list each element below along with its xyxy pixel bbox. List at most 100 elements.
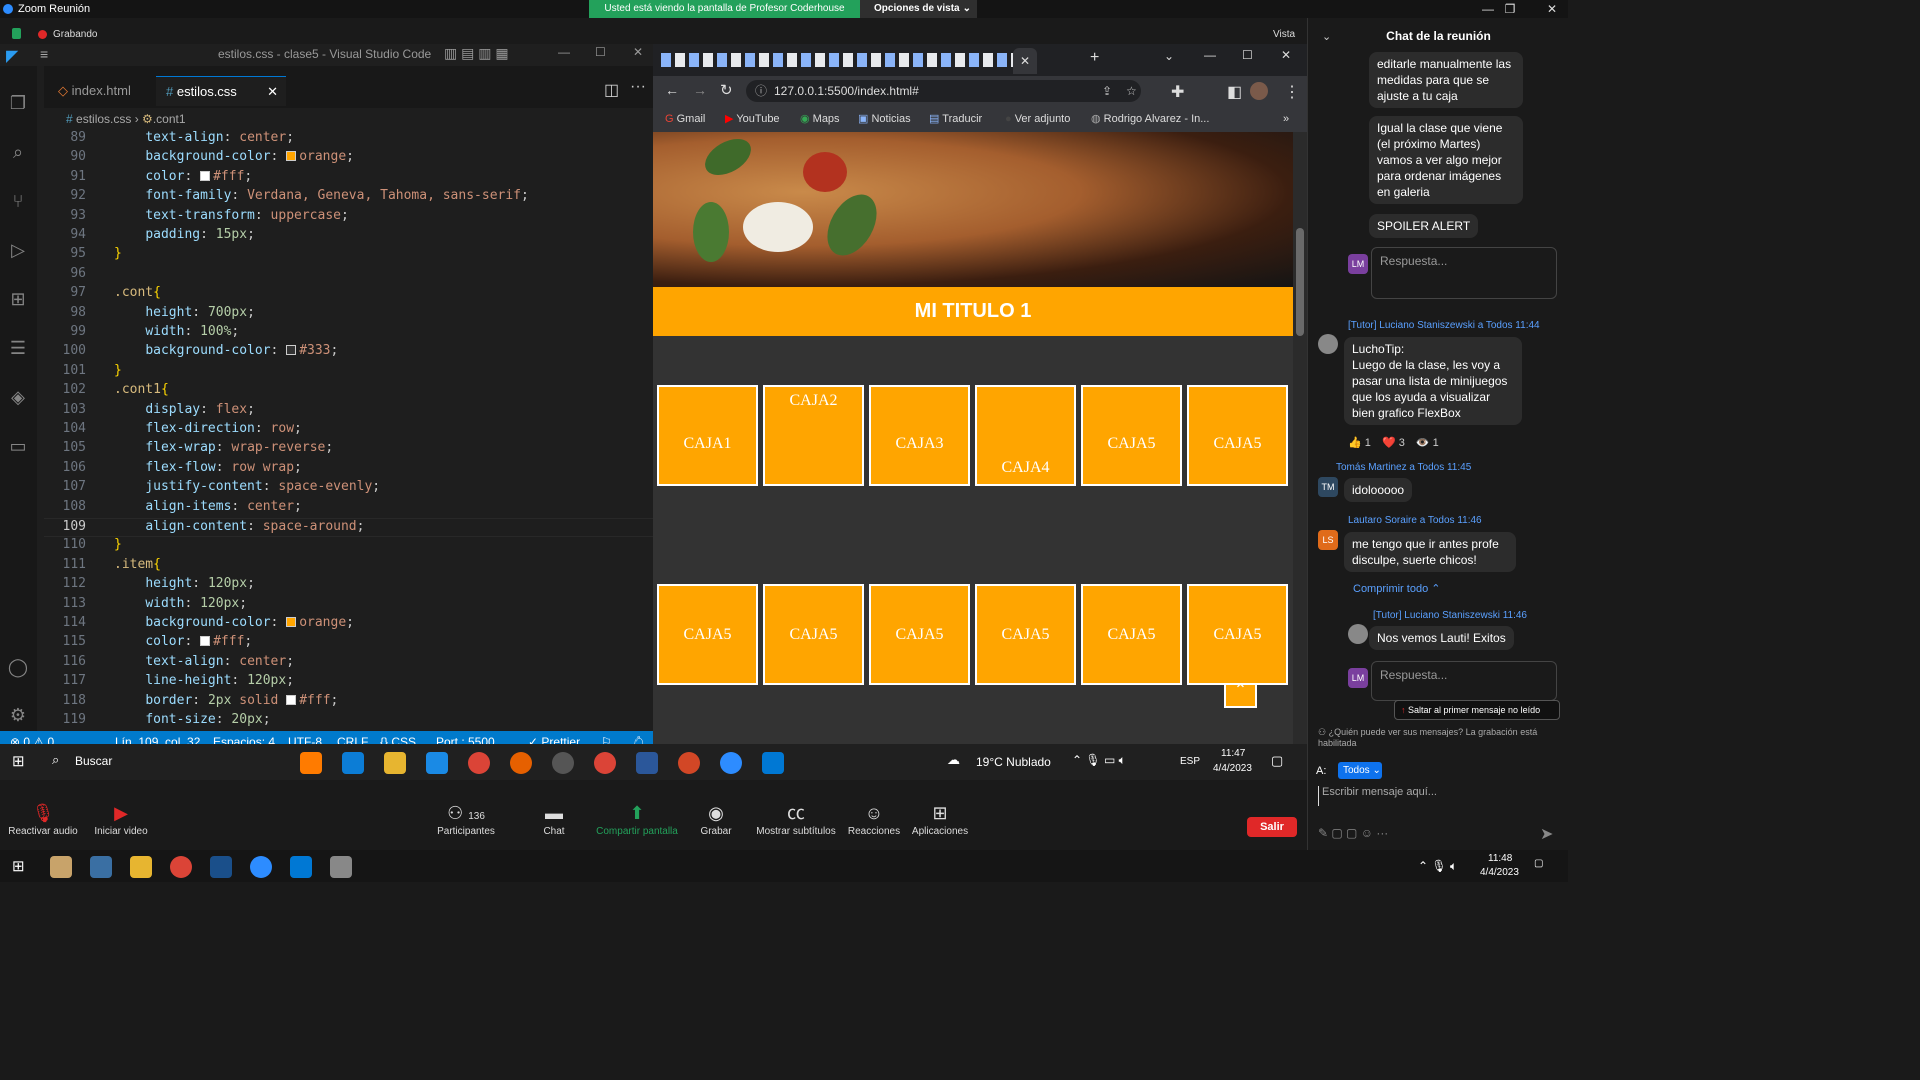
code-line[interactable]: 96 [44,266,653,285]
bookmark-ver-adjunto[interactable]: ● Ver adjunto [1005,106,1070,132]
gear-icon[interactable]: ⚙ [7,704,29,726]
layers-icon[interactable]: ◈ [7,386,29,408]
forward-icon[interactable]: → [693,82,707,98]
reload-icon[interactable]: ↻ [720,81,733,99]
bookmark-gmail[interactable]: G Gmail [665,106,705,132]
search-icon[interactable]: ⌕ [7,141,29,163]
code-editor[interactable]: 89 text-align: center; 90 background-colo… [44,130,653,734]
app-icon[interactable] [210,856,232,878]
scrollbar-thumb[interactable] [1296,228,1304,336]
calculator-icon[interactable] [90,856,112,878]
code-line[interactable]: 114 background-color: orange; [44,615,653,634]
reaction-heart[interactable]: ❤️ 3 [1382,437,1405,449]
code-line[interactable]: 101} [44,363,653,382]
jump-unread-button[interactable]: ↑ Saltar al primer mensaje no leído [1394,700,1560,720]
extensions-icon[interactable]: ✚ [1171,82,1184,102]
reply-input[interactable]: Respuesta... [1371,661,1557,701]
code-line[interactable]: 111 .item{ [44,557,653,576]
recipient-dropdown[interactable]: Todos ⌄ [1338,762,1382,779]
tab-estilos-css[interactable]: # estilos.css ✕ [156,76,286,106]
run-debug-icon[interactable]: ▷ [7,239,29,261]
app-icon[interactable] [330,856,352,878]
code-line[interactable]: 95} [44,246,653,265]
code-line[interactable]: 118 border: 2px solid #fff; [44,693,653,712]
account-icon[interactable]: ◯ [7,656,29,678]
code-line[interactable]: 100 background-color: #333; [44,343,653,362]
breadcrumb-file[interactable]: estilos.css [76,112,131,126]
code-line[interactable]: 90 background-color: orange; [44,149,653,168]
participants-button[interactable]: ⚇ 136 Participantes [434,800,498,837]
chat-actions[interactable]: ✎ ▢ ▢ ☺ ··· [1318,826,1388,840]
explorer-icon[interactable]: ❐ [7,92,29,114]
remote-icon[interactable]: ▭ [7,435,29,457]
scrollbar[interactable] [1293,132,1307,744]
leave-button[interactable]: Salir [1247,817,1297,837]
code-line[interactable]: 91 color: #fff; [44,169,653,188]
code-line[interactable]: 99 width: 100%; [44,324,653,343]
star-icon[interactable]: ☆ [1126,80,1137,102]
code-line[interactable]: 107 justify-content: space-evenly; [44,479,653,498]
chevron-down-icon[interactable]: ⌄ [1164,49,1174,63]
tray-icons[interactable]: ⌃ 🎙︎ 🔈︎ [1418,859,1457,874]
record-button[interactable]: ◉ Grabar [696,800,736,837]
code-line[interactable]: 92 font-family: Verdana, Geneva, Tahoma,… [44,188,653,207]
notification-icon[interactable]: ▢ [1534,858,1543,869]
code-line[interactable]: 117 line-height: 120px; [44,673,653,692]
collapse-thread-button[interactable]: Comprimir todo ⌃ [1353,582,1440,595]
unmute-audio-button[interactable]: 🎙︎ Reactivar audio [8,800,78,837]
close-icon[interactable]: ✕ [267,77,278,107]
more-icon[interactable]: ··· [630,78,646,96]
sidebar-icon[interactable]: ◧ [1227,82,1242,102]
code-line[interactable]: 115 color: #fff; [44,634,653,653]
code-line[interactable]: 106 flex-flow: row wrap; [44,460,653,479]
code-line[interactable]: 104 flex-direction: row; [44,421,653,440]
folder-icon[interactable] [130,856,152,878]
reaction-bar[interactable]: 👍 1 ❤️ 3 👁️ 1 [1348,436,1439,449]
code-line[interactable]: 94 padding: 15px; [44,227,653,246]
code-line[interactable]: 108 align-items: center; [44,499,653,518]
code-line[interactable]: 113 width: 120px; [44,596,653,615]
zoom-icon[interactable] [250,856,272,878]
address-bar[interactable]: ⓘ 127.0.0.1:5500/index.html# ⇪ ☆ [746,80,1141,102]
close-icon[interactable]: ✕ [1020,54,1030,68]
active-tab[interactable]: ✕ [1013,48,1037,74]
bookmark-traducir[interactable]: ▤ Traducir [929,106,982,132]
code-line[interactable]: 89 text-align: center; [44,130,653,149]
bookmark-maps[interactable]: ◉ Maps [800,106,840,132]
app-icon[interactable] [50,856,72,878]
code-line[interactable]: 110} [44,537,653,556]
chat-button[interactable]: ▬ Chat [534,800,574,837]
view-label[interactable]: Vista [1273,29,1295,40]
chevron-down-icon[interactable]: ⌄ [1322,30,1331,43]
pinned-tabs[interactable] [661,53,1031,67]
close-icon[interactable]: ✕ [633,45,643,59]
close-icon[interactable]: ✕ [1537,0,1567,18]
breadcrumb-symbol[interactable]: .cont1 [153,112,186,126]
back-icon[interactable]: ← [665,82,679,98]
share-icon[interactable]: ⇪ [1102,80,1112,102]
view-options-button[interactable]: Opciones de vista ⌄ [860,0,977,18]
apps-button[interactable]: ⊞ Aplicaciones [910,800,970,837]
reaction-eyes[interactable]: 👁️ 1 [1416,437,1439,449]
share-screen-button[interactable]: ⬆ Compartir pantalla [594,800,680,837]
code-line[interactable]: 105 flex-wrap: wrap-reverse; [44,440,653,459]
minimize-icon[interactable]: — [558,45,570,59]
source-control-icon[interactable]: ⑂ [7,190,29,212]
bookmark-youtube[interactable]: ▶ YouTube [725,106,780,132]
close-icon[interactable]: ✕ [1281,48,1291,62]
minimize-icon[interactable]: — [1204,48,1216,62]
message-input[interactable]: Escribir mensaje aquí... [1318,786,1558,806]
extensions-icon[interactable]: ⊞ [7,288,29,310]
code-line[interactable]: 119 font-size: 20px; [44,712,653,731]
code-line[interactable]: 93 text-transform: uppercase; [44,208,653,227]
code-line[interactable]: 109 align-content: space-around; [44,518,653,538]
chrome-icon[interactable] [170,856,192,878]
menu-icon[interactable]: ⋮ [1284,82,1300,102]
restore-icon[interactable]: ❐ [1495,0,1525,18]
clock-date[interactable]: 4/4/2023 [1480,867,1519,878]
reactions-button[interactable]: ☺ Reacciones [846,800,902,837]
reaction-thumbs-up[interactable]: 👍 1 [1348,437,1371,449]
avatar[interactable] [1250,82,1268,100]
code-line[interactable]: 103 display: flex; [44,402,653,421]
code-line[interactable]: 97 .cont{ [44,285,653,304]
